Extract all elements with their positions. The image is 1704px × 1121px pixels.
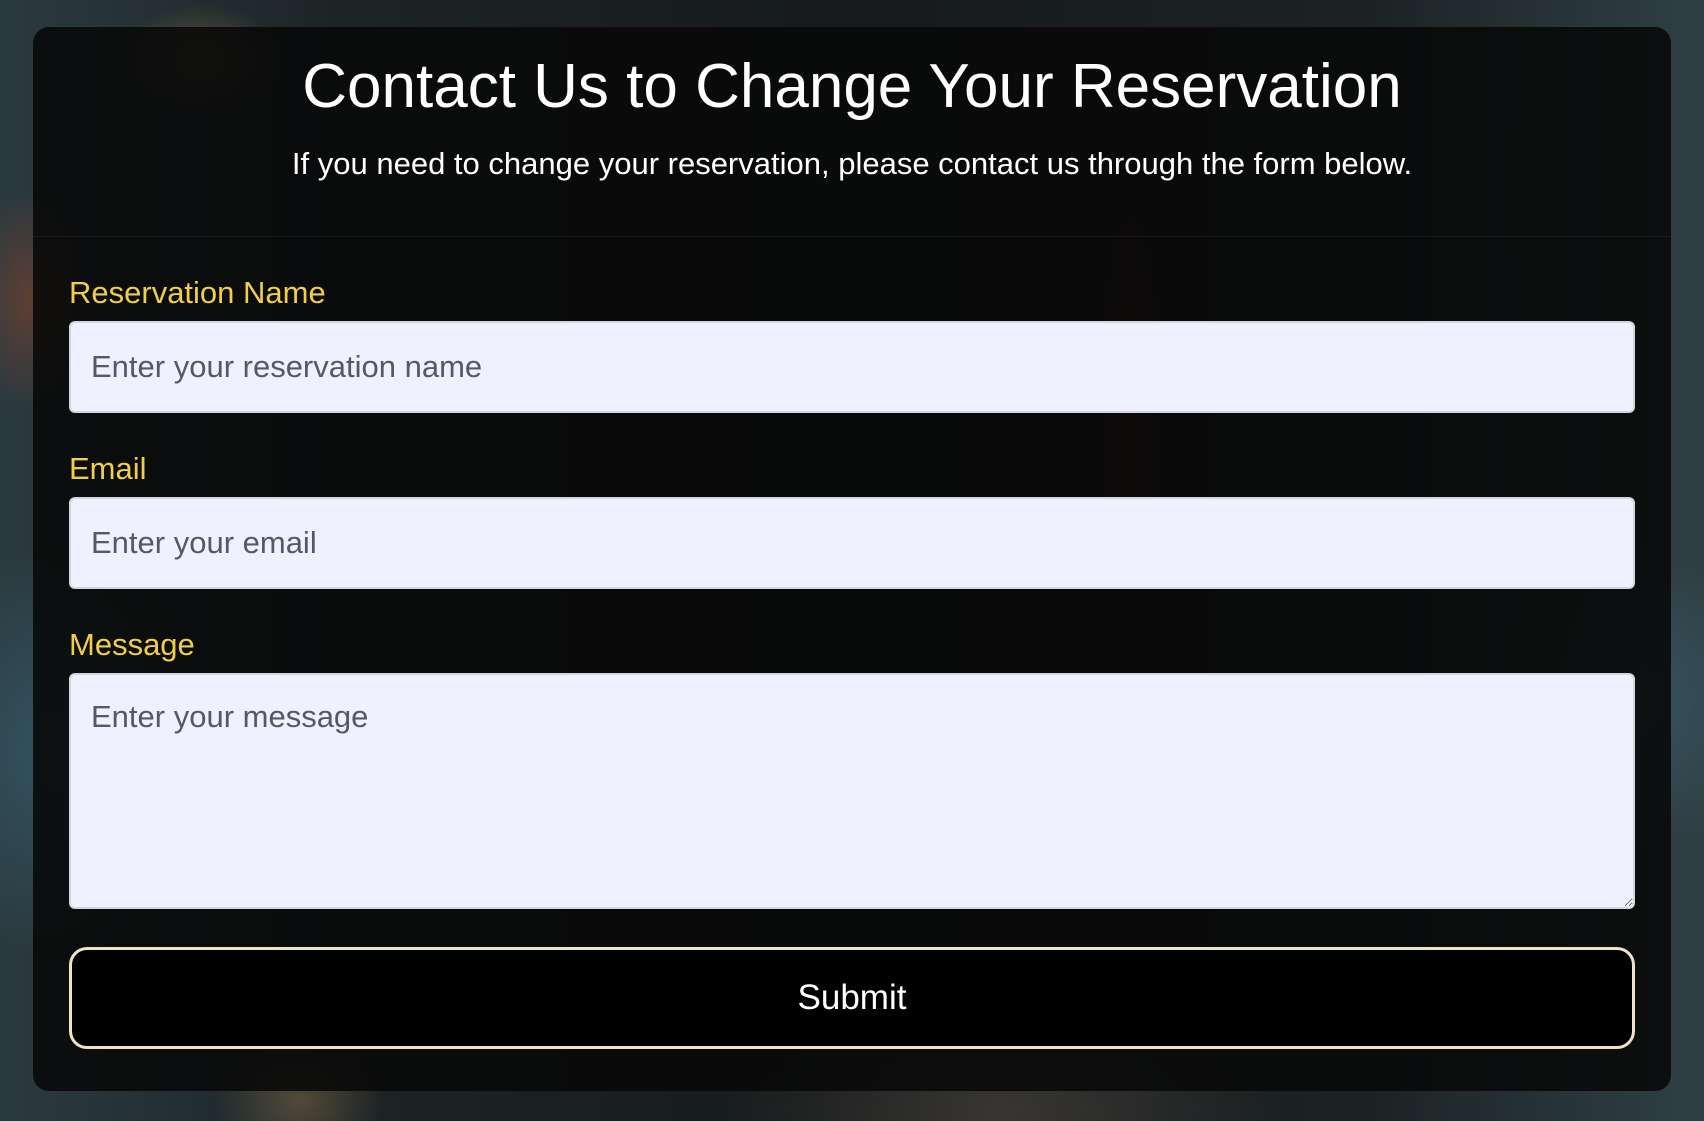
- email-input[interactable]: [69, 497, 1635, 589]
- message-field: Message: [69, 627, 1635, 909]
- email-label: Email: [69, 451, 147, 486]
- page-subtitle: If you need to change your reservation, …: [291, 145, 1413, 181]
- reservation-name-label: Reservation Name: [69, 275, 326, 310]
- reservation-name-field: Reservation Name: [69, 275, 1635, 413]
- contact-form-card: Contact Us to Change Your Reservation If…: [33, 27, 1671, 1091]
- page-title: Contact Us to Change Your Reservation: [302, 52, 1402, 121]
- email-field: Email: [69, 451, 1635, 589]
- reservation-name-input[interactable]: [69, 321, 1635, 413]
- submit-button[interactable]: Submit: [69, 947, 1635, 1049]
- message-label: Message: [69, 627, 195, 662]
- reservation-change-form: Reservation Name Email Message Submit: [33, 275, 1671, 1049]
- form-header: Contact Us to Change Your Reservation If…: [33, 27, 1671, 237]
- message-textarea[interactable]: [69, 673, 1635, 909]
